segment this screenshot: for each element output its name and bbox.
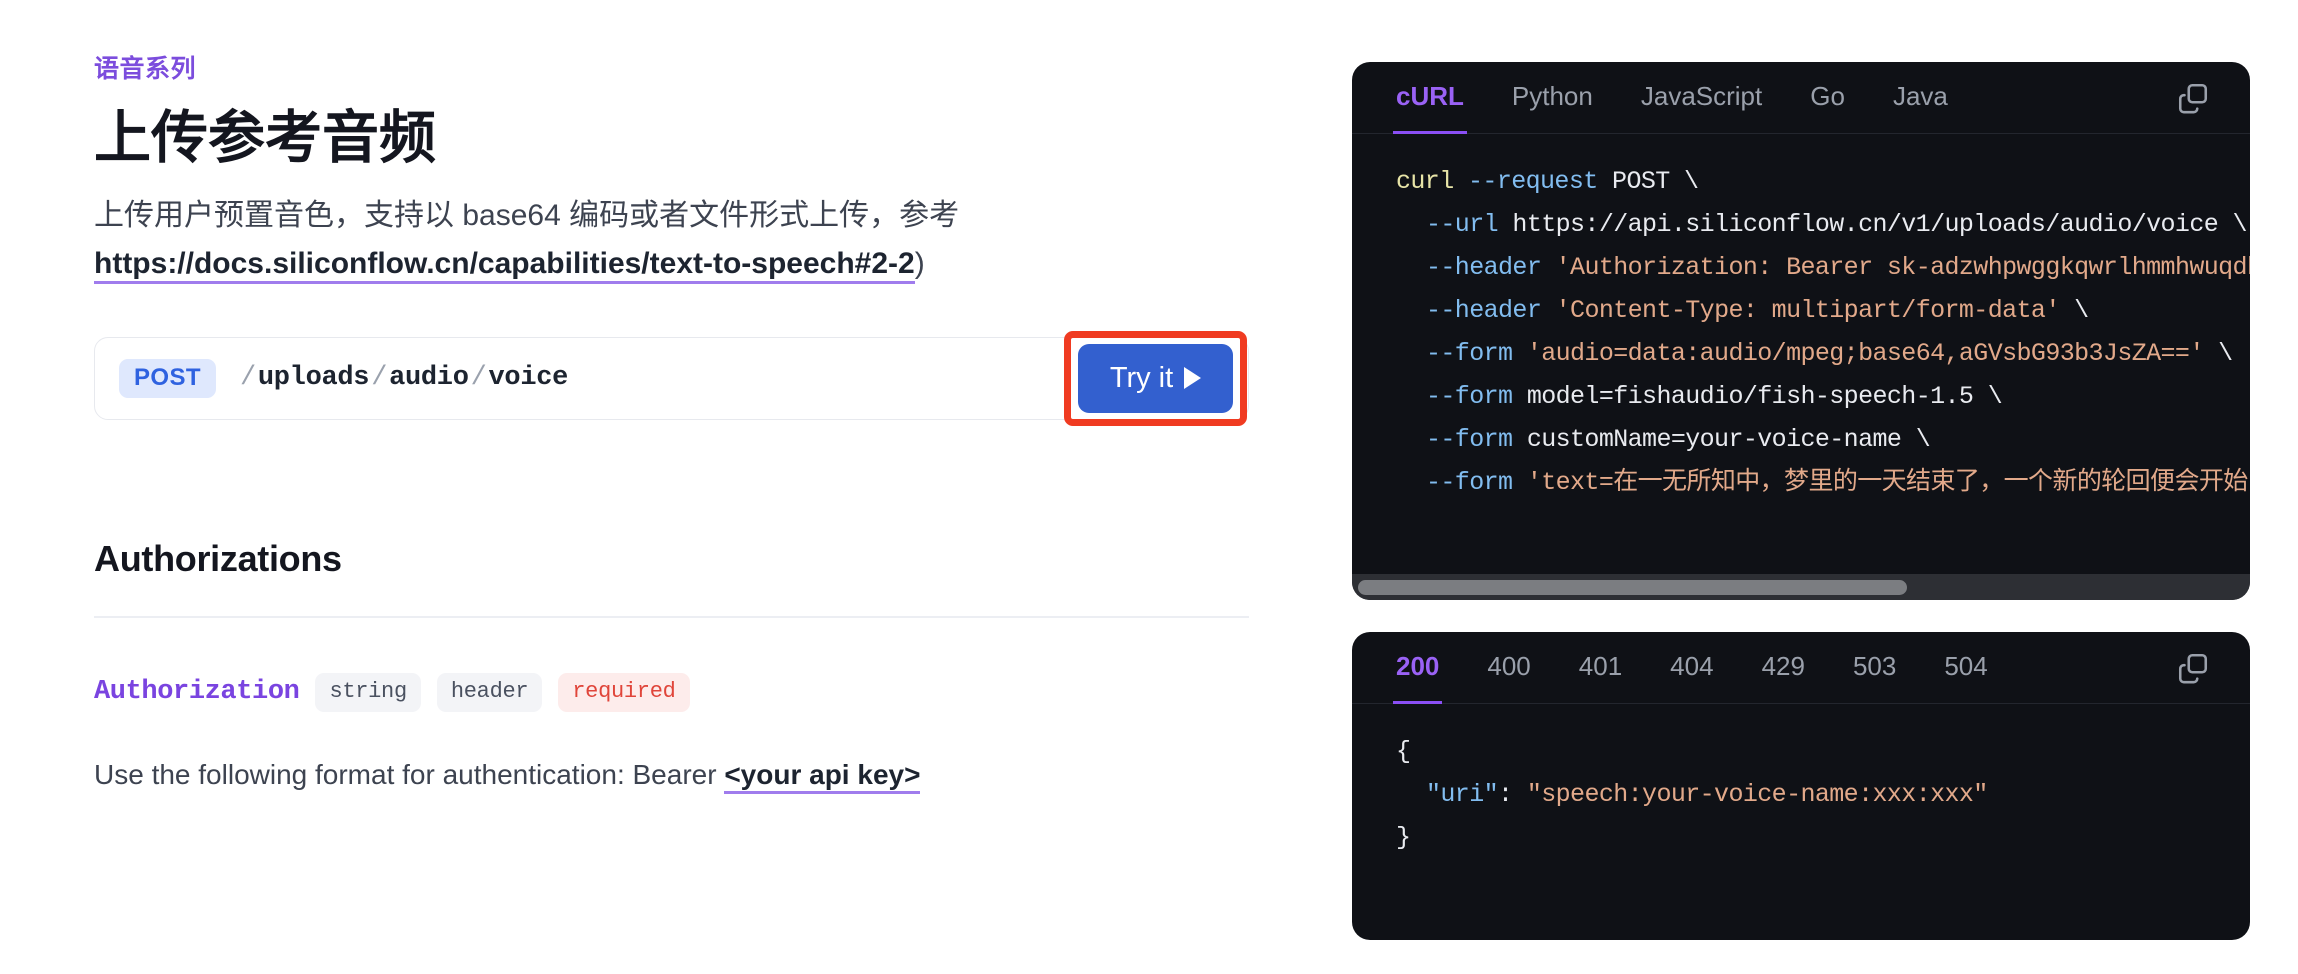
code-token: --request [1468,167,1598,196]
parameter-name: Authorization [94,677,300,708]
main-content: 语音系列 上传参考音频 上传用户预置音色，支持以 base64 编码或者文件形式… [94,54,1254,796]
code-token: 'text=在一无所知中，梦里的一天结束了，一个新的轮回便会开始' [1512,468,2250,497]
tab-status-503[interactable]: 503 [1853,633,1896,702]
tab-status-401[interactable]: 401 [1579,633,1622,702]
tab-go[interactable]: Go [1810,63,1845,132]
play-triangle-icon [1184,367,1202,390]
code-token: model=fishaudio/fish-speech-1.5 \ [1512,382,2003,411]
code-token: } [1396,823,1411,852]
request-code-panel: cURL Python JavaScript Go Java curl --reques… [1352,62,2250,600]
code-line: --header 'Content-Type: multipart/form-d… [1396,289,2250,332]
code-token: --form [1426,468,1513,497]
code-line: curl --request POST \ [1396,160,2250,203]
tab-status-404[interactable]: 404 [1670,633,1713,702]
tab-status-400[interactable]: 400 [1487,633,1530,702]
copy-icon[interactable] [2176,81,2210,115]
code-token: "speech:your-voice-name:xxx:xxx" [1526,780,1988,809]
page-description: 上传用户预置音色，支持以 base64 编码或者文件形式上传，参考 https:/… [94,192,1254,289]
tab-javascript[interactable]: JavaScript [1641,63,1762,132]
authorizations-heading: Authorizations [94,537,342,579]
docs-link[interactable]: https://docs.siliconflow.cn/capabilities… [94,247,915,285]
code-line: --header 'Authorization: Bearer sk-adzwh… [1396,246,2250,289]
code-token: 'Content-Type: multipart/form-data' [1541,296,2061,325]
code-token: "uri" [1426,780,1499,809]
tab-status-200[interactable]: 200 [1392,633,1443,704]
code-token: POST \ [1597,167,1699,196]
path-segment-audio: audio [389,363,469,394]
page-description-suffix: ) [914,247,925,281]
try-it-label: Try it [1109,361,1174,394]
response-code-panel: 200 400 401 404 429 503 504 { "uri": "speech:yo… [1352,632,2250,940]
endpoint-row: POST /uploads/audio/voice Try it [94,330,1249,426]
parameter-description-text: Use the following format for authenticat… [94,758,725,790]
section-divider [94,615,1249,618]
http-method-badge: POST [119,358,216,398]
parameter-description: Use the following format for authenticat… [94,754,1254,796]
page-description-text: 上传用户预置音色，支持以 base64 编码或者文件形式上传，参考 [94,198,960,232]
code-token: : [1498,780,1527,809]
code-line: --form 'text=在一无所知中，梦里的一天结束了，一个新的轮回便会开始' [1396,461,2250,504]
try-it-highlight-annotation: Try it [1064,330,1247,426]
tab-status-429[interactable]: 429 [1762,633,1805,702]
code-token: 'audio=data:audio/mpeg;base64,aGVsbG93b3… [1512,339,2205,368]
tab-python[interactable]: Python [1512,63,1593,132]
api-key-placeholder: <your api key> [724,758,921,794]
code-token: --header [1426,296,1542,325]
parameter-type-pill: string [315,672,421,712]
tab-status-504[interactable]: 504 [1944,633,1987,702]
code-token: customName=your-voice-name \ [1512,425,1931,454]
request-code-body[interactable]: curl --request POST \ --url https://api.s… [1352,134,2250,504]
code-token: --header [1426,253,1542,282]
code-line: --form customName=your-voice-name \ [1396,418,2250,461]
code-token: --form [1426,382,1513,411]
code-token: 'Authorization: Bearer sk-adzwhpwggkqwrl… [1541,253,2250,282]
parameter-row-authorization: Authorization string header required [94,672,1254,712]
code-token: https://api.siliconflow.cn/v1/uploads/au… [1498,210,2247,239]
parameter-location-pill: header [436,672,543,712]
path-segment-uploads: uploads [257,363,370,394]
code-token: \ [2203,339,2233,368]
code-line: --form model=fishaudio/fish-speech-1.5 \ [1396,375,2250,418]
code-token: --form [1426,425,1513,454]
code-line: --url https://api.siliconflow.cn/v1/uplo… [1396,203,2250,246]
code-token: \ [2059,296,2089,325]
api-reference-page: 语音系列 上传参考音频 上传用户预置音色，支持以 base64 编码或者文件形式… [0,0,2298,974]
breadcrumb-eyebrow: 语音系列 [94,55,197,83]
code-token: --url [1426,210,1499,239]
copy-icon[interactable] [2176,651,2210,685]
page-title: 上传参考音频 [94,106,436,170]
try-it-button[interactable]: Try it [1078,343,1233,413]
code-line: "uri": "speech:your-voice-name:xxx:xxx" [1396,773,2250,816]
code-token: curl [1396,167,1469,196]
response-code-body[interactable]: { "uri": "speech:your-voice-name:xxx:xxx"… [1352,704,2250,859]
horizontal-scrollbar[interactable] [1352,574,2250,600]
code-token: --form [1426,339,1513,368]
code-line: } [1396,816,2250,859]
authorizations-section: Authorizations Authorization string head… [94,538,1254,796]
path-segment-voice: voice [488,363,569,394]
request-language-tabs: cURL Python JavaScript Go Java [1352,62,2250,134]
scrollbar-thumb[interactable] [1358,580,1907,595]
code-token: { [1396,737,1411,766]
parameter-required-pill: required [558,672,690,712]
endpoint-path: /uploads/audio/voice [239,363,569,394]
tab-curl[interactable]: cURL [1393,63,1467,134]
code-line: --form 'audio=data:audio/mpeg;base64,aGV… [1396,332,2250,375]
response-status-tabs: 200 400 401 404 429 503 504 [1352,632,2250,704]
tab-java[interactable]: Java [1893,63,1948,132]
code-line: { [1396,730,2250,773]
